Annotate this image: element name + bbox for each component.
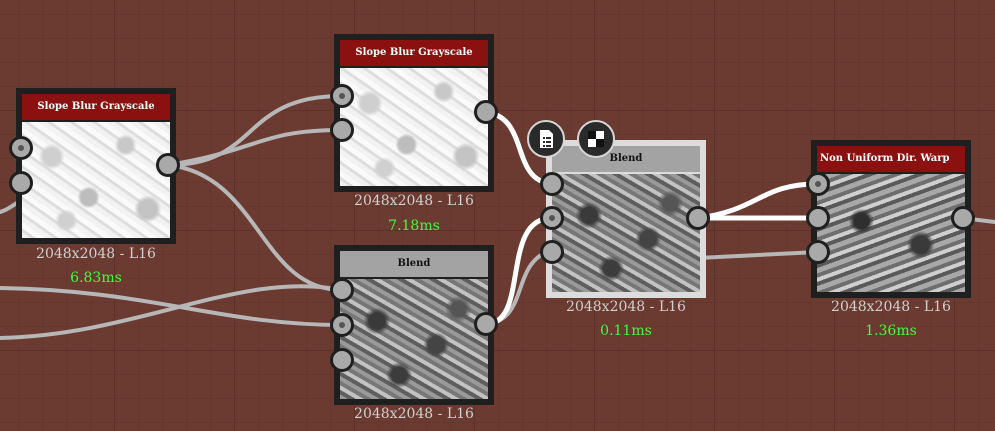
output-port[interactable] [951, 206, 975, 230]
node-preview-button[interactable] [577, 120, 615, 158]
node-resolution: 2048x2048 - L16 [566, 299, 686, 315]
wire-blend-to-blend2-selected [483, 215, 555, 327]
node-title: Slope Blur Grayscale [340, 40, 488, 66]
node-resolution: 2048x2048 - L16 [831, 299, 951, 315]
input-port[interactable] [540, 172, 564, 196]
wire-offscreen-to-blend-a [0, 286, 344, 327]
node-title: Blend [552, 146, 700, 172]
input-port[interactable] [330, 313, 354, 337]
node-doc-button[interactable] [527, 120, 565, 158]
node-blend-2[interactable]: Blend [546, 140, 706, 298]
node-title: Non Uniform Dir. Warp [817, 146, 965, 172]
input-port[interactable] [330, 348, 354, 372]
input-port[interactable] [540, 240, 564, 264]
node-time: 6.83ms [70, 270, 122, 286]
output-port[interactable] [156, 153, 180, 177]
input-port[interactable] [330, 84, 354, 108]
node-title: Slope Blur Grayscale [22, 94, 170, 120]
wire-node1-to-node2-b [166, 128, 344, 167]
checker-pattern-icon [588, 131, 604, 147]
node-time: 7.18ms [388, 218, 440, 234]
node-thumbnail [340, 279, 488, 399]
node-time: 1.36ms [865, 323, 917, 339]
input-port[interactable] [806, 240, 830, 264]
input-port[interactable] [806, 172, 830, 196]
input-port[interactable] [9, 136, 33, 160]
wire-offscreen-to-blend-b [0, 284, 344, 340]
input-port[interactable] [330, 278, 354, 302]
node-thumbnail [340, 68, 488, 186]
node-thumbnail [552, 174, 700, 292]
input-port[interactable] [540, 206, 564, 230]
node-non-uniform-dir-warp[interactable]: Non Uniform Dir. Warp [811, 140, 971, 298]
output-port[interactable] [474, 100, 498, 124]
wire-blend2-to-warp [696, 250, 820, 260]
node-resolution: 2048x2048 - L16 [36, 246, 156, 262]
wire-blend2-to-warp-a [695, 181, 821, 221]
input-port[interactable] [9, 171, 33, 195]
node-thumbnail [817, 174, 965, 292]
output-port[interactable] [474, 312, 498, 336]
node-time: 0.11ms [600, 323, 652, 339]
node-thumbnail [22, 122, 170, 238]
input-port[interactable] [330, 118, 354, 142]
input-port[interactable] [806, 206, 830, 230]
node-resolution: 2048x2048 - L16 [354, 193, 474, 209]
node-resolution: 2048x2048 - L16 [354, 406, 474, 422]
document-list-icon [540, 130, 553, 148]
node-blend-1[interactable]: Blend [334, 245, 494, 405]
node-slope-blur-1[interactable]: Slope Blur Grayscale [16, 88, 176, 244]
output-port[interactable] [686, 206, 710, 230]
wire-node1-to-blend [166, 163, 344, 292]
node-slope-blur-2[interactable]: Slope Blur Grayscale [334, 34, 494, 192]
node-title: Blend [340, 251, 488, 277]
